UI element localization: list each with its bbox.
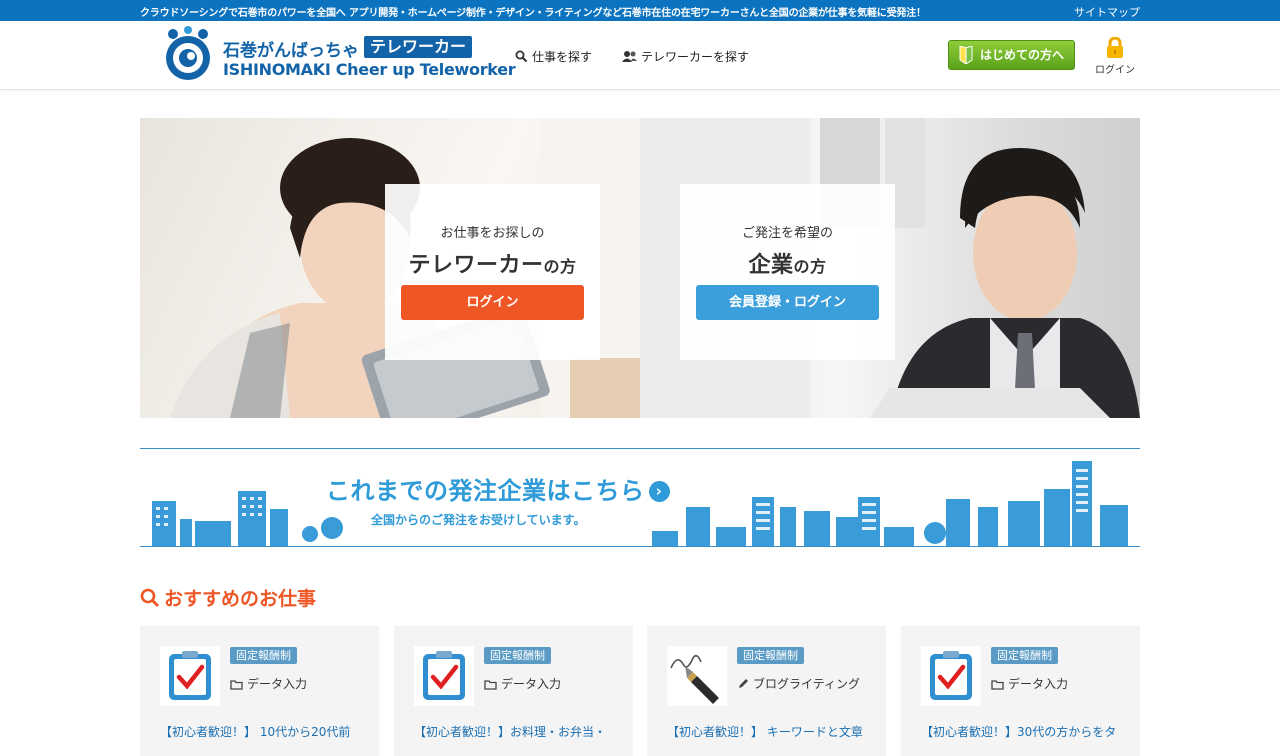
logo-text-jp: 石巻がんばっちゃ [223,41,359,61]
company-login-card: ご発注を希望の 企業の方 会員登録・ログイン [680,184,895,360]
checklist-icon [930,651,972,700]
nav-find-jobs-label: 仕事を探す [532,50,593,64]
job-category: データ入力 [230,675,307,692]
folder-icon [484,680,497,690]
nav-find-teleworkers[interactable]: テレワーカーを探す [622,48,749,65]
company-register-login-button[interactable]: 会員登録・ログイン [696,285,879,320]
chevron-right-icon: › [648,481,670,502]
company-card-heading: 企業の方 [680,247,895,279]
job-category: データ入力 [991,675,1068,692]
job-category-label: データ入力 [501,677,562,691]
lock-icon [1107,37,1123,58]
folder-icon [230,680,243,690]
hero-panel-company: ご発注を希望の 企業の方 会員登録・ログイン [640,118,1140,418]
pencil-icon [739,679,748,688]
company-card-lead: ご発注を希望の [741,226,833,241]
job-category: データ入力 [484,675,561,692]
beginner-mark-icon [959,46,973,64]
job-category: ブログライティング [737,675,860,692]
job-title-link[interactable]: 【初心者歓迎！】 10代から20代前 [160,723,366,740]
company-card-heading-main: 企業 [748,253,794,278]
job-card[interactable]: 固定報酬制 データ入力 【初心者歓迎！】お料理・お弁当・ [394,626,633,756]
site-logo[interactable]: 石巻がんばっちゃ テレワーカー ISHINOMAKI Cheer up Tele… [160,26,516,82]
job-category-label: データ入力 [1008,677,1069,691]
teleworker-login-button[interactable]: ログイン [401,285,584,320]
top-bar: クラウドソーシングで石巻市のパワーを全国へ アプリ開発・ホームページ制作・デザイ… [0,0,1280,21]
site-header: 石巻がんばっちゃ テレワーカー ISHINOMAKI Cheer up Tele… [0,21,1280,90]
job-card[interactable]: 固定報酬制 データ入力 【初心者歓迎！】 10代から20代前 [140,626,379,756]
job-thumbnail [921,646,981,706]
sitemap-link[interactable]: サイトマップ [1074,4,1140,20]
hero-panel-teleworker: お仕事をお探しの テレワーカーの方 ログイン [140,118,640,418]
teleworker-card-heading-main: テレワーカー [408,253,544,278]
job-title-link[interactable]: 【初心者歓迎！】30代の方からをタ [921,723,1127,740]
header-login-label: ログイン [1095,65,1135,76]
search-icon [515,50,528,63]
job-thumbnail [160,646,220,706]
fountain-pen-icon [670,654,719,704]
nav-find-jobs[interactable]: 仕事を探す [515,48,592,65]
logo-text-en: ISHINOMAKI Cheer up Teleworker [223,60,516,79]
job-thumbnail [414,646,474,706]
logo-mark-icon [166,26,210,80]
checklist-icon [169,651,211,700]
payment-type-badge: 固定報酬制 [230,647,297,664]
banner-subtitle: 全国からのご発注をお受けしています。 [371,513,586,527]
job-category-label: データ入力 [247,677,308,691]
banner-title-text: これまでの発注企業はこちら [326,477,645,505]
header-login-link[interactable]: ログイン [1092,37,1138,76]
teleworker-card-lead: お仕事をお探しの [440,226,545,241]
nav-find-teleworkers-label: テレワーカーを探す [641,50,750,64]
beginner-guide-button[interactable]: はじめての方へ [948,40,1075,70]
recommended-jobs-heading: おすすめのお仕事 [140,584,316,611]
teleworker-login-card: お仕事をお探しの テレワーカーの方 ログイン [385,184,600,360]
banner-title: これまでの発注企業はこちら › [326,471,670,506]
hero-section: お仕事をお探しの テレワーカーの方 ログイン ご発注を希望の 企業の方 会員登録… [140,118,1140,418]
payment-type-badge: 固定報酬制 [737,647,804,664]
job-card[interactable]: 固定報酬制 ブログライティング 【初心者歓迎！】 キーワードと文章 [647,626,886,756]
site-tagline: クラウドソーシングで石巻市のパワーを全国へ アプリ開発・ホームページ制作・デザイ… [140,8,926,19]
users-icon [622,51,637,62]
job-title-link[interactable]: 【初心者歓迎！】 キーワードと文章 [667,723,873,740]
folder-icon [991,680,1004,690]
client-companies-banner[interactable]: これまでの発注企業はこちら › 全国からのご発注をお受けしています。 [140,448,1140,547]
payment-type-badge: 固定報酬制 [991,647,1058,664]
recommended-jobs-title: おすすめのお仕事 [164,588,317,610]
teleworker-card-heading: テレワーカーの方 [385,247,600,279]
company-card-heading-suffix: の方 [793,257,827,276]
search-icon [140,588,160,608]
beginner-guide-label: はじめての方へ [980,48,1065,62]
checklist-icon [423,651,465,700]
job-card[interactable]: 固定報酬制 データ入力 【初心者歓迎！】30代の方からをタ [901,626,1140,756]
teleworker-card-heading-suffix: の方 [543,257,577,276]
job-thumbnail [667,646,727,706]
payment-type-badge: 固定報酬制 [484,647,551,664]
job-category-label: ブログライティング [753,677,861,691]
job-title-link[interactable]: 【初心者歓迎！】お料理・お弁当・ [414,723,620,740]
logo-text-teleworker: テレワーカー [364,36,472,58]
